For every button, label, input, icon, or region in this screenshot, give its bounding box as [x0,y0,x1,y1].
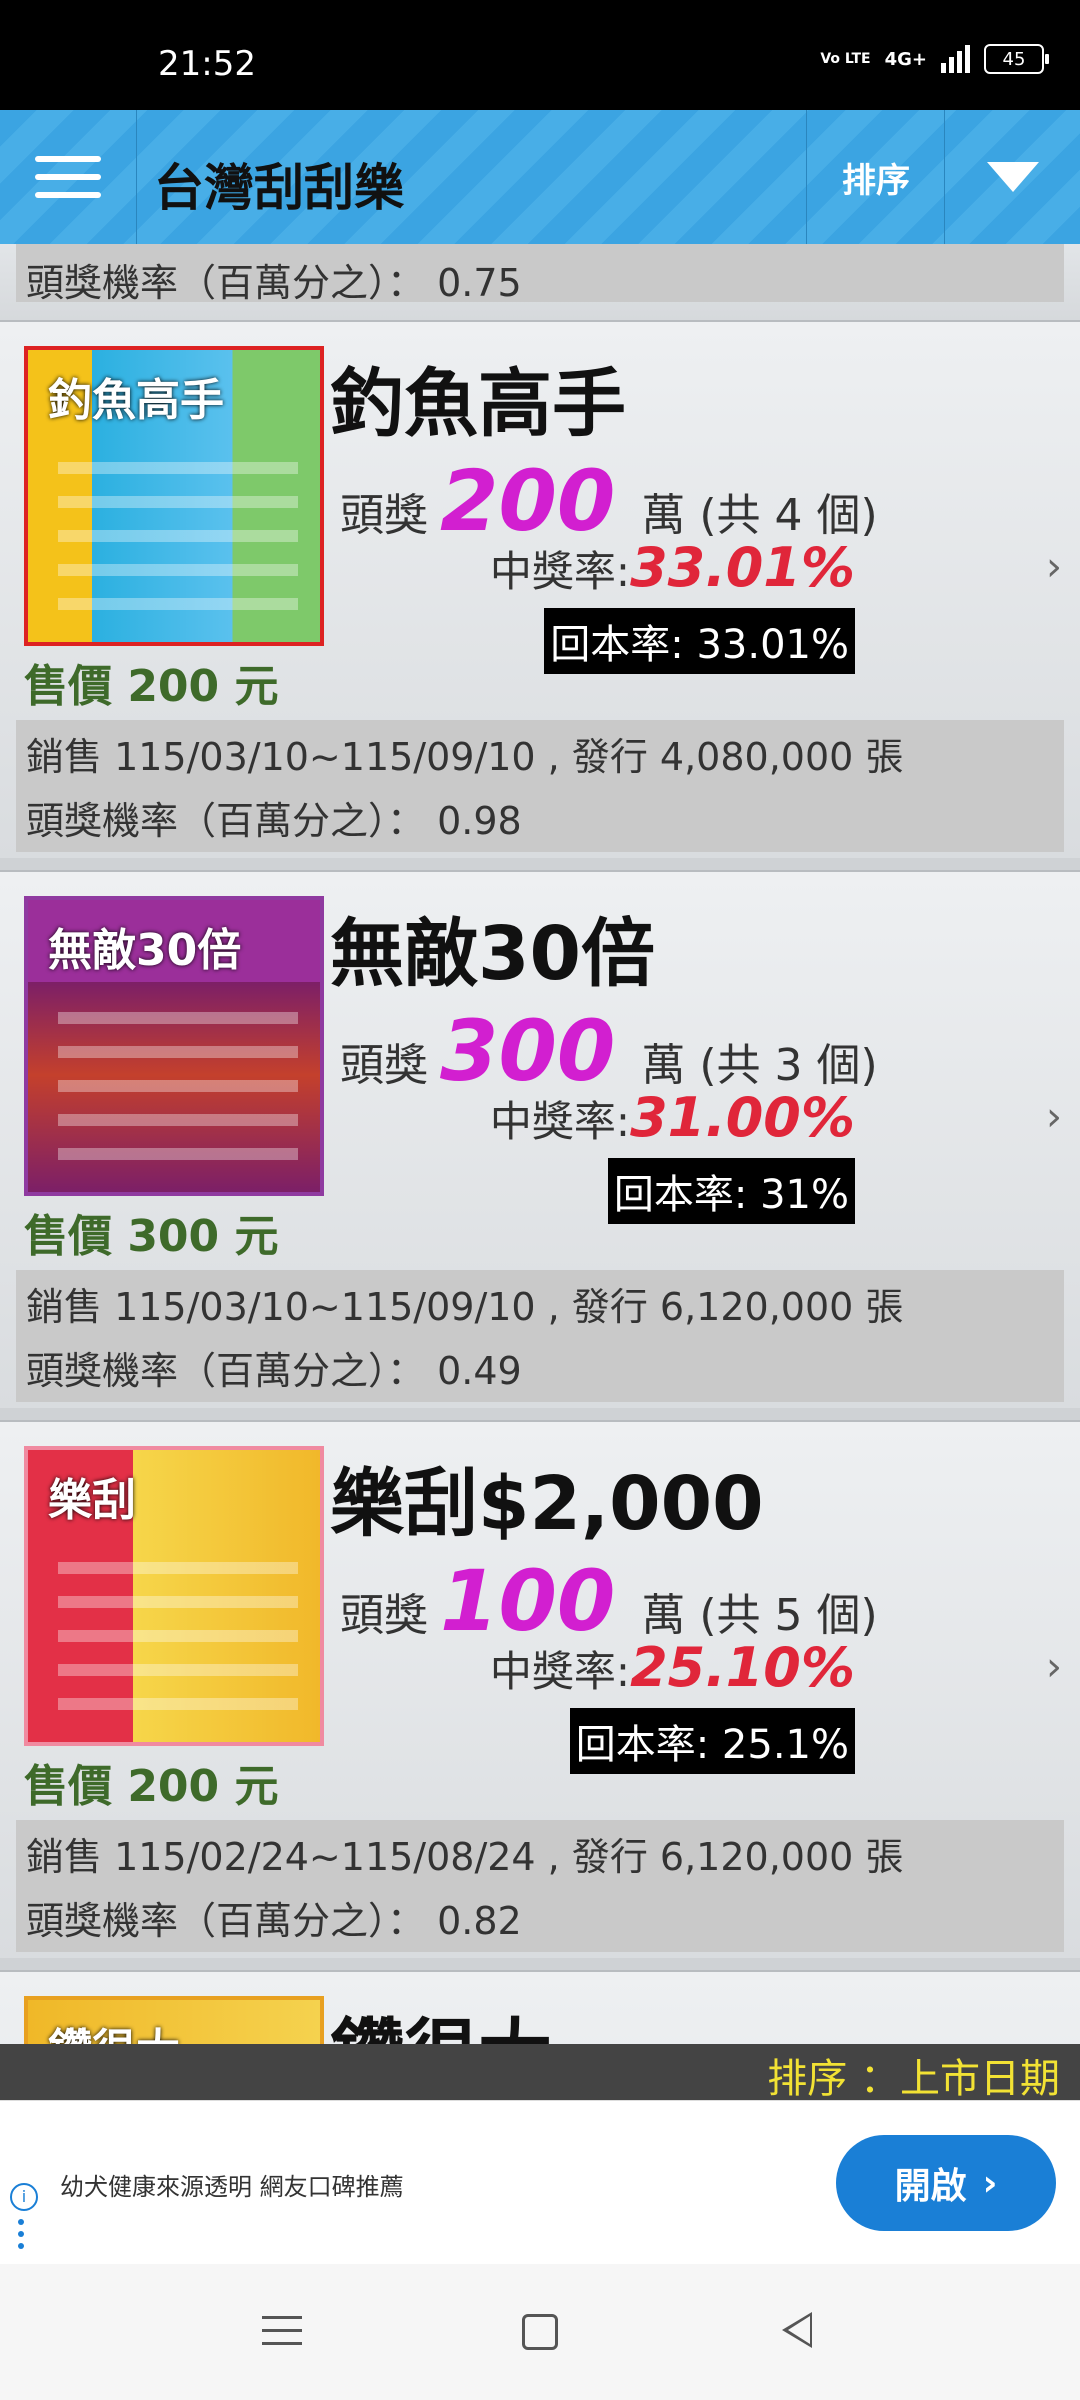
ad-text: 幼犬健康來源透明 網友口碑推薦 [60,2173,404,2201]
chevron-right-icon: › [982,2162,998,2204]
prize-unit: 萬 (共 5 個) [641,1590,878,1641]
triangle-down-icon [987,162,1039,192]
return-rate-badge: 回本率: 33.01% [544,608,855,674]
thumbnail-title: 釣魚高手 [48,375,224,426]
ticket-list[interactable]: 頭獎機率（百萬分之）： 0.75 釣魚高手 釣魚高手 頭獎 200 萬 (共 4 個… [0,244,1080,2044]
win-rate: 中獎率:25.10% [490,1636,855,1699]
return-rate-badge: 回本率: 25.1% [569,1708,855,1774]
sales-text: 銷售 115/03/10~115/09/10 , 發行 6,120,000 張 [26,1285,904,1329]
win-rate-value: 31.00% [630,1086,855,1149]
ticket-price: 售價 200 元 [24,661,279,712]
thumbnail-title: 無敵30倍 [48,925,242,976]
ticket-info-box: 銷售 115/03/10~115/09/10 , 發行 6,120,000 張 … [16,1270,1064,1402]
return-rate-badge: 回本率: 31% [607,1158,855,1224]
ticket-card[interactable]: 無敵30倍 無敵30倍 頭獎 300 萬 (共 3 個) 中獎率:31.00% 回本… [0,870,1080,1408]
prize-unit: 萬 (共 4 個) [641,490,878,541]
ad-open-label: 開啟 [894,2166,967,2207]
home-icon[interactable] [522,2314,558,2350]
signal-icon [941,45,970,73]
prize-label: 頭獎 [340,1590,428,1641]
back-icon[interactable] [782,2312,812,2348]
ticket-name: 樂刮$2,000 [330,1461,764,1547]
ticket-price: 售價 300 元 [24,1211,279,1262]
win-rate-value: 25.10% [630,1636,855,1699]
status-bar: 21:52 Vo LTE 4G+ 45 [0,0,1080,110]
win-rate-label: 中獎率: [489,1097,631,1146]
thumbnail-title: 鑽很大 [48,2014,180,2044]
odds-text: 頭獎機率（百萬分之）： 0.75 [26,261,522,305]
ticket-info-box: 銷售 115/02/24~115/08/24 , 發行 6,120,000 張 … [16,1820,1064,1952]
win-rate-value: 33.01% [630,536,855,599]
win-rate-label: 中獎率: [489,547,631,596]
ad-banner[interactable]: i 幼犬健康來源透明 網友口碑推薦 開啟 › [0,2100,1080,2265]
app-bar: 台灣刮刮樂 排序 [0,110,1080,244]
ticket-thumbnail: 無敵30倍 [24,896,324,1196]
odds-text: 頭獎機率（百萬分之）： 0.98 [26,799,522,843]
app-title: 台灣刮刮樂 [154,159,404,217]
chevron-right-icon[interactable]: › [1046,1094,1062,1140]
ticket-thumbnail: 鑽很大 [24,1996,324,2044]
volte-icon: Vo LTE [820,51,871,67]
sort-indicator: 排序 ：上市日期 [0,2044,1080,2102]
ticket-name: 無敵30倍 [330,911,655,997]
battery-level: 45 [1002,48,1026,70]
network-type: 4G+ [884,48,927,70]
sales-text: 銷售 115/02/24~115/08/24 , 發行 6,120,000 張 [26,1835,904,1879]
ticket-card[interactable]: 樂刮 樂刮$2,000 頭獎 100 萬 (共 5 個) 中獎率:25.10% 回本… [0,1420,1080,1958]
sales-text: 銷售 115/03/10~115/09/10 , 發行 4,080,000 張 [26,735,904,779]
prize-label: 頭獎 [340,490,428,541]
ad-info-icon[interactable]: i [10,2183,38,2211]
ticket-thumbnail: 樂刮 [24,1446,324,1746]
battery-icon: 45 [984,44,1049,74]
filter-dropdown-button[interactable] [944,110,1080,244]
ticket-card[interactable]: 釣魚高手 釣魚高手 頭獎 200 萬 (共 4 個) 中獎率:33.01% 回本率:… [0,320,1080,858]
partial-card-info: 頭獎機率（百萬分之）： 0.75 [0,244,1080,320]
hamburger-menu-icon[interactable] [0,110,137,244]
ticket-thumbnail: 釣魚高手 [24,346,324,646]
status-icons: Vo LTE 4G+ 45 [820,44,1049,74]
recent-apps-icon[interactable] [262,2316,302,2355]
odds-text: 頭獎機率（百萬分之）： 0.82 [26,1899,522,1943]
ad-open-button[interactable]: 開啟 › [836,2135,1056,2231]
ticket-price: 售價 200 元 [24,1761,279,1812]
status-time: 21:52 [158,44,256,84]
ticket-name: 鑽很大 [330,1994,552,2044]
win-rate: 中獎率:33.01% [490,536,855,599]
system-nav-bar [0,2264,1080,2400]
more-vert-icon[interactable] [18,2219,24,2255]
ticket-card[interactable]: 鑽很大 鑽很大 [0,1970,1080,2044]
ticket-info-box: 銷售 115/03/10~115/09/10 , 發行 4,080,000 張 … [16,720,1064,852]
chevron-right-icon[interactable]: › [1046,1644,1062,1690]
odds-text: 頭獎機率（百萬分之）： 0.49 [26,1349,522,1393]
thumbnail-title: 樂刮 [48,1475,136,1526]
chevron-right-icon[interactable]: › [1046,544,1062,590]
sort-indicator-text: 排序 ：上市日期 [767,2056,1060,2102]
prize-unit: 萬 (共 3 個) [641,1040,878,1091]
sort-button[interactable]: 排序 [806,110,945,244]
ticket-name: 釣魚高手 [330,361,626,447]
win-rate: 中獎率:31.00% [490,1086,855,1149]
prize-label: 頭獎 [340,1040,428,1091]
win-rate-label: 中獎率: [489,1647,631,1696]
